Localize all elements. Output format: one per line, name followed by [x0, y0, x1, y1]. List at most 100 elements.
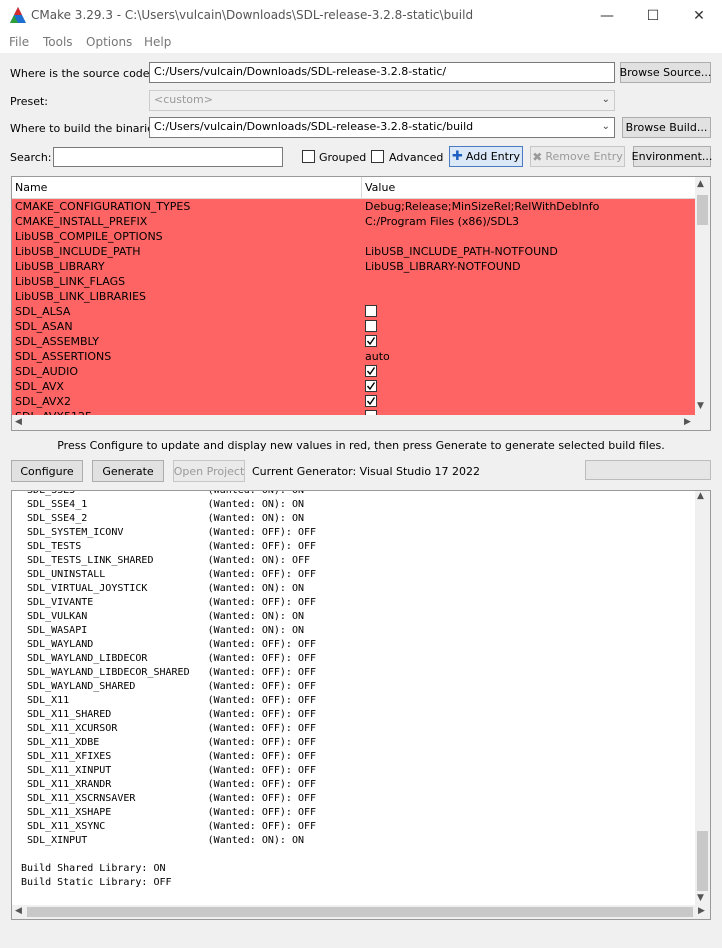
title-bar: CMake 3.29.3 - C:\Users\vulcain\Download… — [0, 0, 722, 31]
table-row[interactable]: SDL_AUDIO — [12, 364, 695, 379]
output-log[interactable]: SDL_SSE3 (Wanted: ON): ON SDL_SSE4_1 (Wa… — [11, 490, 711, 920]
table-row[interactable]: LibUSB_LIBRARY LibUSB_LIBRARY-NOTFOUND — [12, 259, 695, 274]
log-line: SDL_TESTS (Wanted: OFF): OFF — [15, 541, 317, 552]
output-vertical-scrollbar[interactable]: ▲ ▼ — [695, 491, 710, 905]
log-line: SDL_VULKAN (Wanted: ON): ON — [15, 611, 304, 622]
entry-name: SDL_AUDIO — [15, 365, 79, 378]
checked-checkbox[interactable] — [365, 365, 377, 377]
table-horizontal-scrollbar[interactable]: ◀ ▶ — [12, 415, 710, 430]
log-line: SDL_X11_XSYNC (Wanted: OFF): OFF — [15, 821, 317, 832]
column-divider[interactable] — [361, 177, 362, 199]
log-line: SDL_UNINSTALL (Wanted: OFF): OFF — [15, 569, 317, 580]
entry-value[interactable]: C:/Program Files (x86)/SDL3 — [365, 214, 519, 229]
log-line: SDL_WASAPI (Wanted: ON): ON — [15, 625, 304, 636]
scroll-left-icon[interactable]: ◀ — [15, 906, 22, 916]
entry-name: SDL_ASSEMBLY — [15, 335, 99, 348]
table-row[interactable]: SDL_ASSEMBLY — [12, 334, 695, 349]
column-header-name[interactable]: Name — [15, 181, 47, 194]
browse-build-button[interactable]: Browse Build... — [622, 117, 711, 138]
table-row[interactable]: SDL_AVX — [12, 379, 695, 394]
scroll-down-icon[interactable]: ▼ — [697, 401, 704, 411]
menu-bar: File Tools Options Help — [0, 31, 722, 53]
table-vertical-scrollbar[interactable]: ▲ ▼ — [695, 177, 710, 415]
close-button[interactable]: ✕ — [676, 0, 722, 31]
scroll-thumb[interactable] — [697, 831, 708, 891]
scroll-right-icon[interactable]: ▶ — [698, 906, 705, 916]
log-line: SDL_VIVANTE (Wanted: OFF): OFF — [15, 597, 317, 608]
current-generator: Current Generator: Visual Studio 17 2022 — [252, 465, 481, 478]
table-row[interactable]: LibUSB_COMPILE_OPTIONS — [12, 229, 695, 244]
log-line: SDL_SSE3 (Wanted: ON): ON — [15, 490, 304, 496]
output-horizontal-scrollbar[interactable]: ◀ ▶ — [12, 905, 710, 919]
log-line: SDL_X11_XCURSOR (Wanted: OFF): OFF — [15, 723, 317, 734]
advanced-label: Advanced — [389, 151, 444, 164]
menu-tools[interactable]: Tools — [43, 35, 73, 49]
scroll-up-icon[interactable]: ▲ — [697, 491, 704, 501]
entry-name: SDL_AVX2 — [15, 395, 71, 408]
search-input[interactable] — [53, 147, 283, 167]
menu-options[interactable]: Options — [86, 35, 132, 49]
table-row[interactable]: CMAKE_INSTALL_PREFIX C:/Program Files (x8… — [12, 214, 695, 229]
minimize-button[interactable]: — — [584, 0, 630, 31]
log-line: SDL_XINPUT (Wanted: ON): ON — [15, 835, 304, 846]
build-path-value: C:/Users/vulcain/Downloads/SDL-release-3… — [154, 120, 474, 133]
table-row[interactable]: LibUSB_INCLUDE_PATH LibUSB_INCLUDE_PATH-N… — [12, 244, 695, 259]
preset-select[interactable]: <custom> ⌄ — [149, 90, 615, 111]
scroll-up-icon[interactable]: ▲ — [697, 179, 704, 189]
table-row[interactable]: SDL_ALSA — [12, 304, 695, 319]
log-line: SDL_SYSTEM_ICONV (Wanted: OFF): OFF — [15, 527, 317, 538]
menu-help[interactable]: Help — [144, 35, 171, 49]
scroll-thumb[interactable] — [27, 907, 693, 917]
table-row[interactable]: LibUSB_LINK_LIBRARIES — [12, 289, 695, 304]
unchecked-checkbox[interactable] — [365, 305, 377, 317]
environment-button[interactable]: Environment... — [632, 146, 712, 167]
log-line: SDL_X11_XDBE (Wanted: OFF): OFF — [15, 737, 317, 748]
checked-checkbox[interactable] — [365, 395, 377, 407]
checked-checkbox[interactable] — [365, 380, 377, 392]
log-line: SDL_WAYLAND_SHARED (Wanted: OFF): OFF — [15, 681, 317, 692]
chevron-down-icon[interactable]: ⌄ — [602, 121, 610, 132]
configure-button[interactable]: Configure — [11, 460, 83, 482]
table-row[interactable]: LibUSB_LINK_FLAGS — [12, 274, 695, 289]
table-body: CMAKE_CONFIGURATION_TYPES Debug;Release;M… — [12, 199, 695, 415]
browse-source-button[interactable]: Browse Source... — [620, 62, 711, 83]
add-entry-button[interactable]: ✚ Add Entry — [449, 146, 523, 167]
entry-value[interactable]: LibUSB_INCLUDE_PATH-NOTFOUND — [365, 244, 558, 259]
remove-entry-button: ✖ Remove Entry — [530, 146, 625, 167]
build-label: Where to build the binaries: — [10, 122, 164, 135]
grouped-checkbox[interactable] — [302, 150, 315, 163]
entry-name: LibUSB_LIBRARY — [15, 260, 105, 273]
log-line: SDL_VIRTUAL_JOYSTICK (Wanted: ON): ON — [15, 583, 304, 594]
source-label: Where is the source code: — [10, 67, 154, 80]
search-label: Search: — [10, 151, 52, 164]
checkmark-icon — [366, 382, 376, 391]
log-line: SDL_X11_XRANDR (Wanted: OFF): OFF — [15, 779, 317, 790]
entry-value[interactable]: auto — [365, 349, 390, 364]
log-line: SDL_WAYLAND_LIBDECOR_SHARED (Wanted: OFF… — [15, 667, 317, 678]
entry-value[interactable]: LibUSB_LIBRARY-NOTFOUND — [365, 259, 521, 274]
checked-checkbox[interactable] — [365, 335, 377, 347]
log-line: SDL_X11_XSHAPE (Wanted: OFF): OFF — [15, 807, 317, 818]
table-row[interactable]: CMAKE_CONFIGURATION_TYPES Debug;Release;M… — [12, 199, 695, 214]
table-row[interactable]: SDL_AVX2 — [12, 394, 695, 409]
entry-value[interactable]: Debug;Release;MinSizeRel;RelWithDebInfo — [365, 199, 599, 214]
build-path-input[interactable]: C:/Users/vulcain/Downloads/SDL-release-3… — [149, 117, 615, 138]
scroll-down-icon[interactable]: ▼ — [697, 893, 704, 903]
log-line: SDL_TESTS_LINK_SHARED (Wanted: ON): OFF — [15, 555, 311, 566]
scroll-thumb[interactable] — [697, 195, 708, 225]
scroll-right-icon[interactable]: ▶ — [684, 417, 691, 427]
table-row[interactable]: SDL_ASAN — [12, 319, 695, 334]
menu-file[interactable]: File — [9, 35, 29, 49]
column-header-value[interactable]: Value — [365, 181, 395, 194]
table-row[interactable]: SDL_ASSERTIONS auto — [12, 349, 695, 364]
checkmark-icon — [366, 397, 376, 406]
advanced-checkbox[interactable] — [371, 150, 384, 163]
unchecked-checkbox[interactable] — [365, 320, 377, 332]
maximize-button[interactable]: ☐ — [630, 0, 676, 31]
log-line: SDL_SSE4_1 (Wanted: ON): ON — [15, 499, 304, 510]
entry-name: SDL_ALSA — [15, 305, 71, 318]
source-path-input[interactable]: C:/Users/vulcain/Downloads/SDL-release-3… — [149, 62, 615, 83]
generate-button[interactable]: Generate — [92, 460, 164, 482]
scroll-left-icon[interactable]: ◀ — [15, 417, 22, 427]
